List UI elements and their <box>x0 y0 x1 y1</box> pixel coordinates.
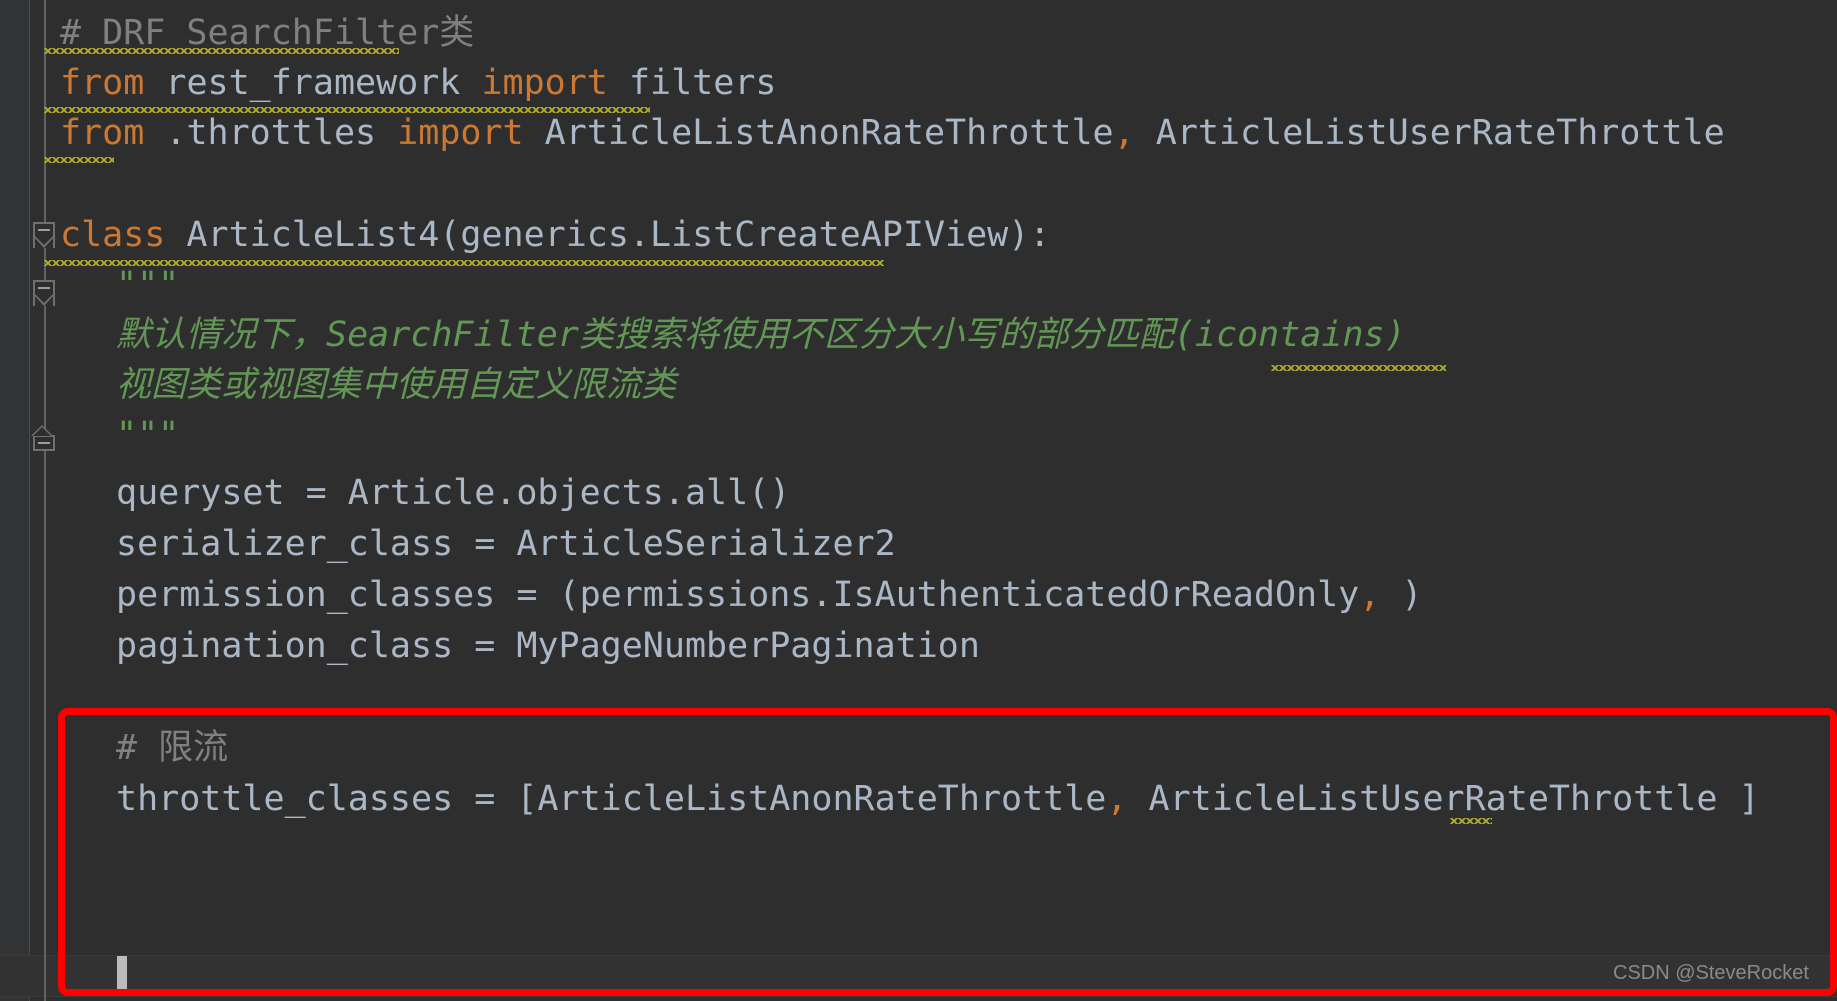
line-docstring-2[interactable]: 视图类或视图集中使用自定义限流类 <box>60 360 676 410</box>
line-import-throttles[interactable]: from .throttles import ArticleListAnonRa… <box>60 108 1725 158</box>
code-token-plain: ArticleList4(generics.ListCreateAPIView)… <box>165 215 1051 255</box>
squig-icontains <box>1271 365 1446 371</box>
fold-spine-bottom <box>44 448 46 1001</box>
editor-gutter[interactable] <box>0 0 29 1001</box>
code-token-punct: , <box>1106 779 1128 819</box>
line-permission-classes[interactable]: permission_classes = (permissions.IsAuth… <box>60 570 1422 620</box>
code-token-docstring: 默认情况下，SearchFilter类搜索将使用不区分大小写的部分匹配(icon… <box>116 315 1406 355</box>
code-token-plain: rest_framework <box>144 63 482 103</box>
line-throttle-classes[interactable]: throttle_classes = [ArticleListAnonRateT… <box>60 774 1760 824</box>
line-queryset[interactable]: queryset = Article.objects.all() <box>60 468 790 518</box>
code-token-comment: # DRF SearchFilter类 <box>60 13 475 53</box>
code-token-plain: filters <box>607 63 777 103</box>
line-docstring-1[interactable]: 默认情况下，SearchFilter类搜索将使用不区分大小写的部分匹配(icon… <box>60 310 1406 360</box>
code-token-plain: queryset = Article.objects.all() <box>116 473 791 513</box>
code-token-plain: ArticleListUserRateThrottle <box>1134 113 1725 153</box>
squig-throttle-tail <box>1450 818 1492 824</box>
minus-icon <box>38 287 50 289</box>
code-token-keyword: class <box>60 215 166 255</box>
squig-import-throttles <box>44 157 114 163</box>
code-editor[interactable]: # DRF SearchFilter类 from rest_framework i… <box>0 0 1837 1001</box>
code-token-plain: ) <box>1380 575 1423 615</box>
line-pagination-class[interactable]: pagination_class = MyPageNumberPaginatio… <box>60 621 980 671</box>
code-token-plain: serializer_class = ArticleSerializer2 <box>116 524 896 564</box>
fold-class[interactable] <box>31 222 57 248</box>
code-token-plain: permission_classes = (permissions.IsAuth… <box>116 575 1360 615</box>
squig-comment-drf <box>44 48 399 54</box>
fold-spine-lower <box>44 306 46 430</box>
code-token-plain: pagination_class = MyPageNumberPaginatio… <box>116 626 980 666</box>
fold-tip-icon <box>33 294 55 306</box>
code-token-keyword: from <box>60 63 145 103</box>
fold-method-endcap[interactable] <box>31 425 57 451</box>
code-token-docstring: """ <box>116 415 180 455</box>
squig-class-def <box>44 260 884 266</box>
code-token-keyword: from <box>60 113 145 153</box>
line-comment-throttle[interactable]: # 限流 <box>60 723 228 773</box>
fold-docstring[interactable] <box>31 280 57 306</box>
minus-icon <box>38 442 50 444</box>
fold-tip-icon <box>33 236 55 248</box>
code-token-plain: .throttles <box>144 113 398 153</box>
code-token-plain: ArticleListAnonRateThrottle <box>523 113 1114 153</box>
fold-spine-top <box>44 0 46 232</box>
code-token-punct: , <box>1113 113 1135 153</box>
line-docstring-close[interactable]: """ <box>60 410 179 460</box>
code-token-plain: ArticleListUserRateThrottle ] <box>1127 779 1760 819</box>
line-import-filters[interactable]: from rest_framework import filters <box>60 58 776 108</box>
line-serializer-class[interactable]: serializer_class = ArticleSerializer2 <box>60 519 896 569</box>
code-token-keyword: import <box>481 63 608 103</box>
line-class-def[interactable]: class ArticleList4(generics.ListCreateAP… <box>60 210 1050 260</box>
code-token-punct: , <box>1359 575 1381 615</box>
minus-icon <box>38 229 50 231</box>
code-text-area[interactable]: # DRF SearchFilter类 from rest_framework i… <box>60 0 1837 1001</box>
code-token-docstring: 视图类或视图集中使用自定义限流类 <box>116 365 677 405</box>
code-token-docstring: """ <box>116 265 180 305</box>
line-docstring-open[interactable]: """ <box>60 260 179 310</box>
squig-import-filters <box>44 107 650 113</box>
code-token-comment: # 限流 <box>116 728 229 768</box>
csdn-watermark: CSDN @SteveRocket <box>1613 962 1809 984</box>
code-token-keyword: import <box>397 113 524 153</box>
code-token-plain: throttle_classes = [ArticleListAnonRateT… <box>116 779 1107 819</box>
